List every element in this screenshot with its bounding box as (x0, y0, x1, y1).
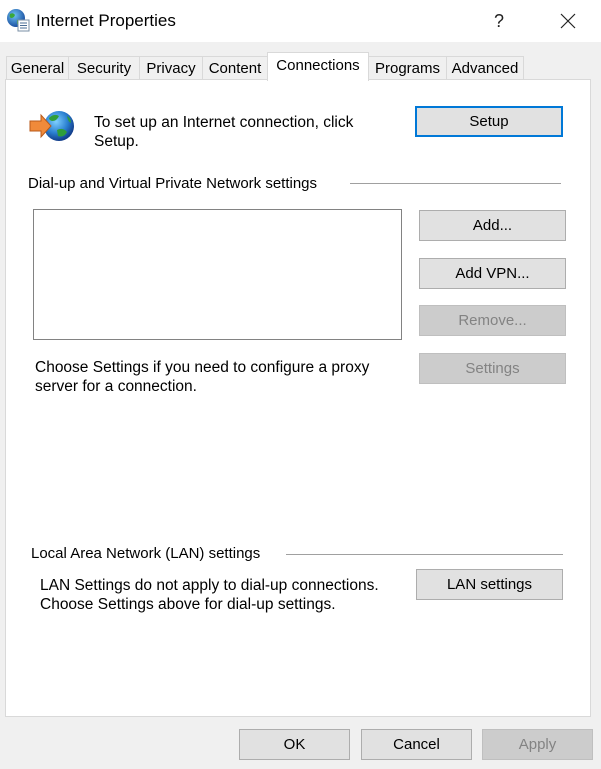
settings-button[interactable]: Settings (419, 353, 566, 384)
remove-button[interactable]: Remove... (419, 305, 566, 336)
help-button[interactable]: ? (484, 6, 514, 36)
window-title: Internet Properties (36, 11, 176, 30)
globe-properties-icon (7, 9, 30, 32)
close-icon (560, 13, 576, 29)
proxy-description: Choose Settings if you need to configure… (35, 359, 370, 395)
tab-security[interactable]: Security (68, 56, 140, 79)
dialup-divider (350, 183, 561, 184)
add-vpn-button[interactable]: Add VPN... (419, 258, 566, 289)
tab-content[interactable]: Content (202, 56, 268, 79)
tab-privacy[interactable]: Privacy (139, 56, 203, 79)
connections-list[interactable] (33, 209, 402, 340)
tab-programs[interactable]: Programs (368, 56, 447, 79)
ok-button[interactable]: OK (239, 729, 350, 760)
setup-button[interactable]: Setup (415, 106, 563, 137)
dialup-vpn-header: Dial-up and Virtual Private Network sett… (28, 175, 318, 192)
close-button[interactable] (550, 4, 586, 38)
apply-button[interactable]: Apply (482, 729, 593, 760)
globe-arrow-icon (29, 111, 74, 141)
add-button[interactable]: Add... (419, 210, 566, 241)
tab-general[interactable]: General (6, 56, 69, 79)
lan-header: Local Area Network (LAN) settings (31, 545, 261, 562)
cancel-button[interactable]: Cancel (361, 729, 472, 760)
lan-description: LAN Settings do not apply to dial-up con… (40, 577, 379, 613)
setup-description: To set up an Internet connection, click … (94, 114, 354, 150)
tab-connections[interactable]: Connections (267, 52, 369, 81)
help-icon: ? (493, 11, 504, 31)
lan-settings-button[interactable]: LAN settings (416, 569, 563, 600)
lan-divider (286, 554, 563, 555)
title-bar: Internet Properties ? (0, 0, 601, 42)
tab-advanced[interactable]: Advanced (446, 56, 524, 79)
